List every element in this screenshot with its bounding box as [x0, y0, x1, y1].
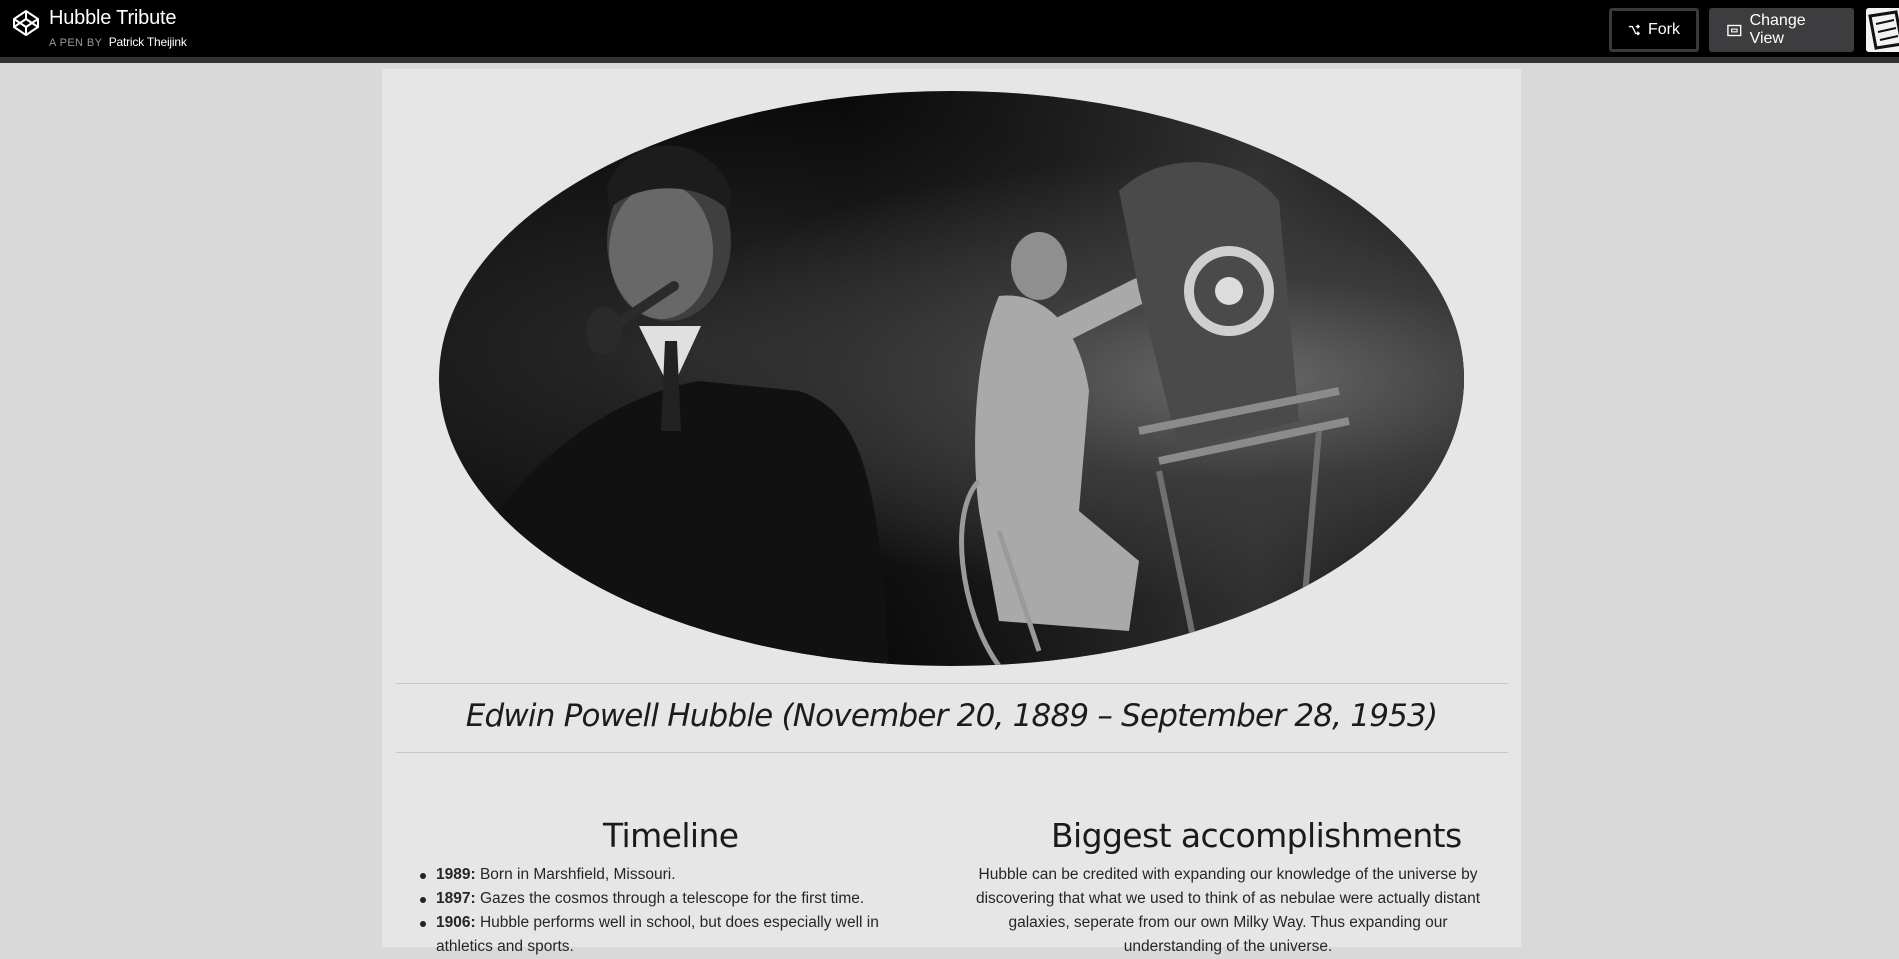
timeline-year: 1906:	[436, 914, 476, 931]
timeline-item: 1989: Born in Marshfield, Missouri.	[420, 863, 916, 887]
fork-icon	[1628, 24, 1640, 36]
accomplishments-text: Hubble can be credited with expanding ou…	[975, 866, 1481, 955]
author-name-link[interactable]: Patrick Theijink	[109, 35, 187, 49]
pen-title: Hubble Tribute	[49, 7, 177, 29]
hubble-photo	[439, 91, 1464, 666]
timeline-item: 1897: Gazes the cosmos through a telesco…	[420, 887, 916, 911]
timeline-list: 1989: Born in Marshfield, Missouri. 1897…	[420, 863, 916, 959]
author-prefix: A PEN BY	[49, 37, 103, 49]
change-view-label: Change View	[1749, 12, 1806, 47]
timeline-text: Gazes the cosmos through a telescope for…	[475, 890, 865, 907]
divider-bottom	[396, 752, 1508, 753]
codepen-logo-icon[interactable]	[12, 9, 40, 37]
divider-top	[396, 683, 1508, 684]
timeline-year: 1897:	[436, 890, 476, 907]
layout-icon	[1727, 24, 1742, 36]
timeline-item: 1906: Hubble performs well in school, bu…	[420, 911, 916, 959]
timeline-text: Born in Marshfield, Missouri.	[475, 866, 676, 883]
change-view-button[interactable]: Change View	[1709, 8, 1854, 52]
page-headline: Edwin Powell Hubble (November 20, 1889 –…	[465, 698, 1438, 734]
user-avatar[interactable]	[1866, 8, 1899, 52]
fork-button[interactable]: Fork	[1609, 8, 1699, 52]
accomplishments-title: Biggest accomplishments	[1051, 816, 1462, 855]
photo-silhouettes	[479, 145, 1350, 666]
timeline-year: 1989:	[436, 866, 476, 883]
codepen-header: Hubble Tribute A PEN BY Patrick Theijink…	[0, 0, 1899, 63]
tribute-page: Edwin Powell Hubble (November 20, 1889 –…	[382, 69, 1521, 955]
timeline-text: Hubble performs well in school, but does…	[436, 914, 879, 955]
fork-label: Fork	[1648, 21, 1680, 38]
timeline-title: Timeline	[603, 816, 739, 855]
pen-author: A PEN BY Patrick Theijink	[49, 35, 187, 49]
